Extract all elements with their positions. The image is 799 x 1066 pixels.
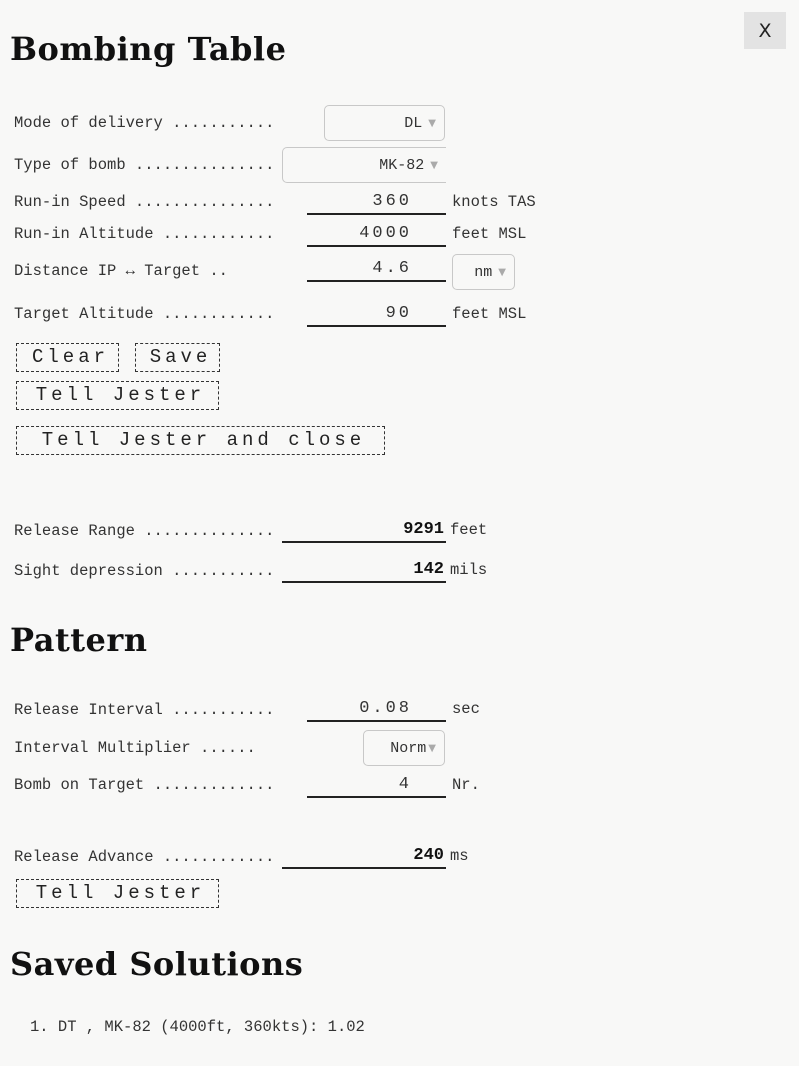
release-interval-unit: sec bbox=[452, 700, 480, 718]
run-in-altitude-input[interactable]: 4000 bbox=[307, 221, 446, 247]
sight-depression-label: Sight depression ........... bbox=[14, 562, 275, 580]
interval-multiplier-select[interactable]: Norm ▼ bbox=[363, 730, 445, 766]
release-advance-value: 240 bbox=[282, 843, 446, 869]
run-in-altitude-row: Run-in Altitude ............. bbox=[14, 219, 276, 249]
bomb-on-target-input[interactable]: 4 bbox=[307, 772, 446, 798]
save-button[interactable]: Save bbox=[135, 343, 220, 372]
release-advance-label: Release Advance ............. bbox=[14, 848, 276, 866]
target-altitude-row: Target Altitude ............. bbox=[14, 299, 276, 329]
bomb-type-label: Type of bomb .................. bbox=[14, 156, 276, 174]
release-interval-row: Release Interval ........... bbox=[14, 695, 276, 725]
tell-jester-button[interactable]: Tell Jester bbox=[16, 381, 219, 410]
target-altitude-input[interactable]: 90 bbox=[307, 301, 446, 327]
bomb-type-select[interactable]: MK-82 ▼ bbox=[282, 147, 446, 183]
release-range-label: Release Range ................. bbox=[14, 522, 276, 540]
release-interval-input[interactable]: 0.08 bbox=[307, 696, 446, 722]
run-in-speed-row: Run-in Speed ................... bbox=[14, 187, 276, 217]
interval-multiplier-value: Norm bbox=[390, 739, 427, 757]
release-range-value: 9291 bbox=[282, 517, 446, 543]
mode-of-delivery-select[interactable]: DL ▼ bbox=[324, 105, 445, 141]
distance-unit-value: nm bbox=[474, 263, 493, 281]
bomb-on-target-unit: Nr. bbox=[452, 776, 480, 794]
chevron-down-icon: ▼ bbox=[498, 266, 506, 278]
bomb-type-value: MK-82 bbox=[379, 156, 425, 174]
run-in-speed-label: Run-in Speed ................... bbox=[14, 193, 276, 211]
saved-solution-item[interactable]: 1. DT , MK-82 (4000ft, 360kts): 1.02 bbox=[30, 1018, 365, 1036]
pattern-heading: Pattern bbox=[10, 621, 148, 659]
release-advance-unit: ms bbox=[450, 847, 469, 865]
distance-input[interactable]: 4.6 bbox=[307, 256, 446, 282]
target-altitude-label: Target Altitude ............. bbox=[14, 305, 276, 323]
close-button[interactable]: X bbox=[744, 12, 786, 49]
bomb-type-row: Type of bomb .................. bbox=[14, 150, 276, 180]
bomb-on-target-row: Bomb on Target ............... bbox=[14, 770, 276, 800]
release-interval-label: Release Interval ........... bbox=[14, 701, 275, 719]
sight-depression-row: Sight depression ........... bbox=[14, 556, 276, 586]
run-in-altitude-unit: feet MSL bbox=[452, 225, 527, 243]
release-range-unit: feet bbox=[450, 521, 488, 539]
release-range-row: Release Range ................. bbox=[14, 516, 276, 546]
sight-depression-unit: mils bbox=[450, 561, 488, 579]
run-in-speed-unit: knots TAS bbox=[452, 193, 536, 211]
chevron-down-icon: ▼ bbox=[430, 159, 438, 171]
chevron-down-icon: ▼ bbox=[428, 742, 436, 754]
tell-jester-and-close-button[interactable]: Tell Jester and close bbox=[16, 426, 385, 455]
clear-button[interactable]: Clear bbox=[16, 343, 119, 372]
interval-multiplier-row: Interval Multiplier ...... bbox=[14, 733, 276, 763]
distance-unit-select[interactable]: nm ▼ bbox=[452, 254, 515, 290]
mode-of-delivery-row: Mode of delivery ........... bbox=[14, 108, 276, 138]
mode-of-delivery-value: DL bbox=[404, 114, 423, 132]
run-in-speed-input[interactable]: 360 bbox=[307, 189, 446, 215]
saved-solutions-heading: Saved Solutions bbox=[10, 945, 304, 983]
release-advance-row: Release Advance ............. bbox=[14, 842, 276, 872]
chevron-down-icon: ▼ bbox=[428, 117, 436, 129]
mode-of-delivery-label: Mode of delivery ........... bbox=[14, 114, 275, 132]
target-altitude-unit: feet MSL bbox=[452, 305, 527, 323]
run-in-altitude-label: Run-in Altitude ............. bbox=[14, 225, 276, 243]
interval-multiplier-label: Interval Multiplier ...... bbox=[14, 739, 256, 757]
bomb-on-target-label: Bomb on Target ............... bbox=[14, 776, 276, 794]
distance-row: Distance IP ↔ Target .. bbox=[14, 256, 276, 286]
bombing-table-heading: Bombing Table bbox=[10, 30, 287, 68]
pattern-tell-jester-button[interactable]: Tell Jester bbox=[16, 879, 219, 908]
sight-depression-value: 142 bbox=[282, 557, 446, 583]
distance-label: Distance IP ↔ Target .. bbox=[14, 262, 228, 280]
